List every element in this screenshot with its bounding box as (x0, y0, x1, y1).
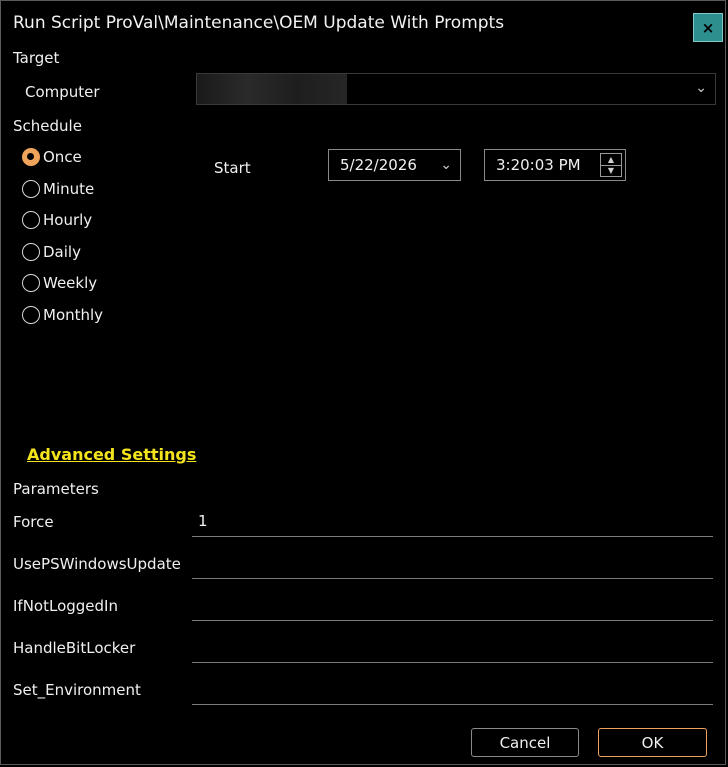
radio-checked-icon (22, 148, 40, 166)
ok-button[interactable]: OK (598, 728, 707, 757)
schedule-section-label: Schedule (13, 117, 82, 135)
schedule-option-daily[interactable]: Daily (22, 243, 81, 261)
radio-icon (22, 306, 40, 324)
param-input-ifnotloggedin[interactable] (192, 590, 713, 621)
computer-name-redacted (197, 74, 347, 104)
start-time-picker[interactable]: 3:20:03 PM ▲ ▼ (484, 149, 626, 181)
param-label-usepswindowsupdate: UsePSWindowsUpdate (13, 555, 181, 573)
schedule-option-weekly[interactable]: Weekly (22, 274, 97, 292)
start-date-picker[interactable]: 5/22/2026 ⌄ (328, 149, 461, 181)
param-input-set-environment[interactable] (192, 674, 713, 705)
start-date-value: 5/22/2026 (340, 156, 417, 174)
chevron-down-icon: ⌄ (695, 80, 707, 96)
schedule-option-once[interactable]: Once (22, 148, 82, 166)
cancel-button[interactable]: Cancel (471, 728, 579, 757)
spinner-down-icon[interactable]: ▼ (601, 164, 621, 177)
param-input-force[interactable] (192, 506, 713, 537)
radio-icon (22, 180, 40, 198)
param-label-set-environment: Set_Environment (13, 681, 141, 699)
spinner-up-icon[interactable]: ▲ (601, 154, 621, 165)
parameters-label: Parameters (13, 480, 99, 498)
run-script-dialog: Run Script ProVal\Maintenance\OEM Update… (0, 0, 726, 765)
radio-icon (22, 211, 40, 229)
time-spinner[interactable]: ▲ ▼ (600, 153, 622, 177)
computer-label: Computer (25, 83, 100, 101)
schedule-option-minute[interactable]: Minute (22, 180, 94, 198)
schedule-option-label: Once (43, 148, 82, 166)
schedule-option-label: Weekly (43, 274, 98, 292)
schedule-option-monthly[interactable]: Monthly (22, 306, 103, 324)
advanced-settings-link[interactable]: Advanced Settings (27, 445, 196, 464)
target-section-label: Target (13, 49, 60, 67)
schedule-option-label: Daily (43, 243, 81, 261)
close-button[interactable]: × (693, 13, 723, 42)
param-input-handlebitlocker[interactable] (192, 632, 713, 663)
dialog-title: Run Script ProVal\Maintenance\OEM Update… (13, 13, 505, 33)
start-label: Start (214, 159, 251, 177)
chevron-down-icon: ⌄ (440, 157, 452, 173)
schedule-option-hourly[interactable]: Hourly (22, 211, 92, 229)
radio-icon (22, 274, 40, 292)
schedule-option-label: Hourly (43, 211, 93, 229)
param-label-handlebitlocker: HandleBitLocker (13, 639, 136, 657)
schedule-option-label: Minute (43, 180, 95, 198)
schedule-option-label: Monthly (43, 306, 104, 324)
param-input-usepswindowsupdate[interactable] (192, 548, 713, 579)
radio-icon (22, 243, 40, 261)
close-icon: × (701, 18, 715, 37)
param-label-force: Force (13, 513, 54, 531)
start-time-value: 3:20:03 PM (496, 156, 581, 174)
computer-select[interactable]: ⌄ (196, 73, 716, 105)
param-label-ifnotloggedin: IfNotLoggedIn (13, 597, 118, 615)
